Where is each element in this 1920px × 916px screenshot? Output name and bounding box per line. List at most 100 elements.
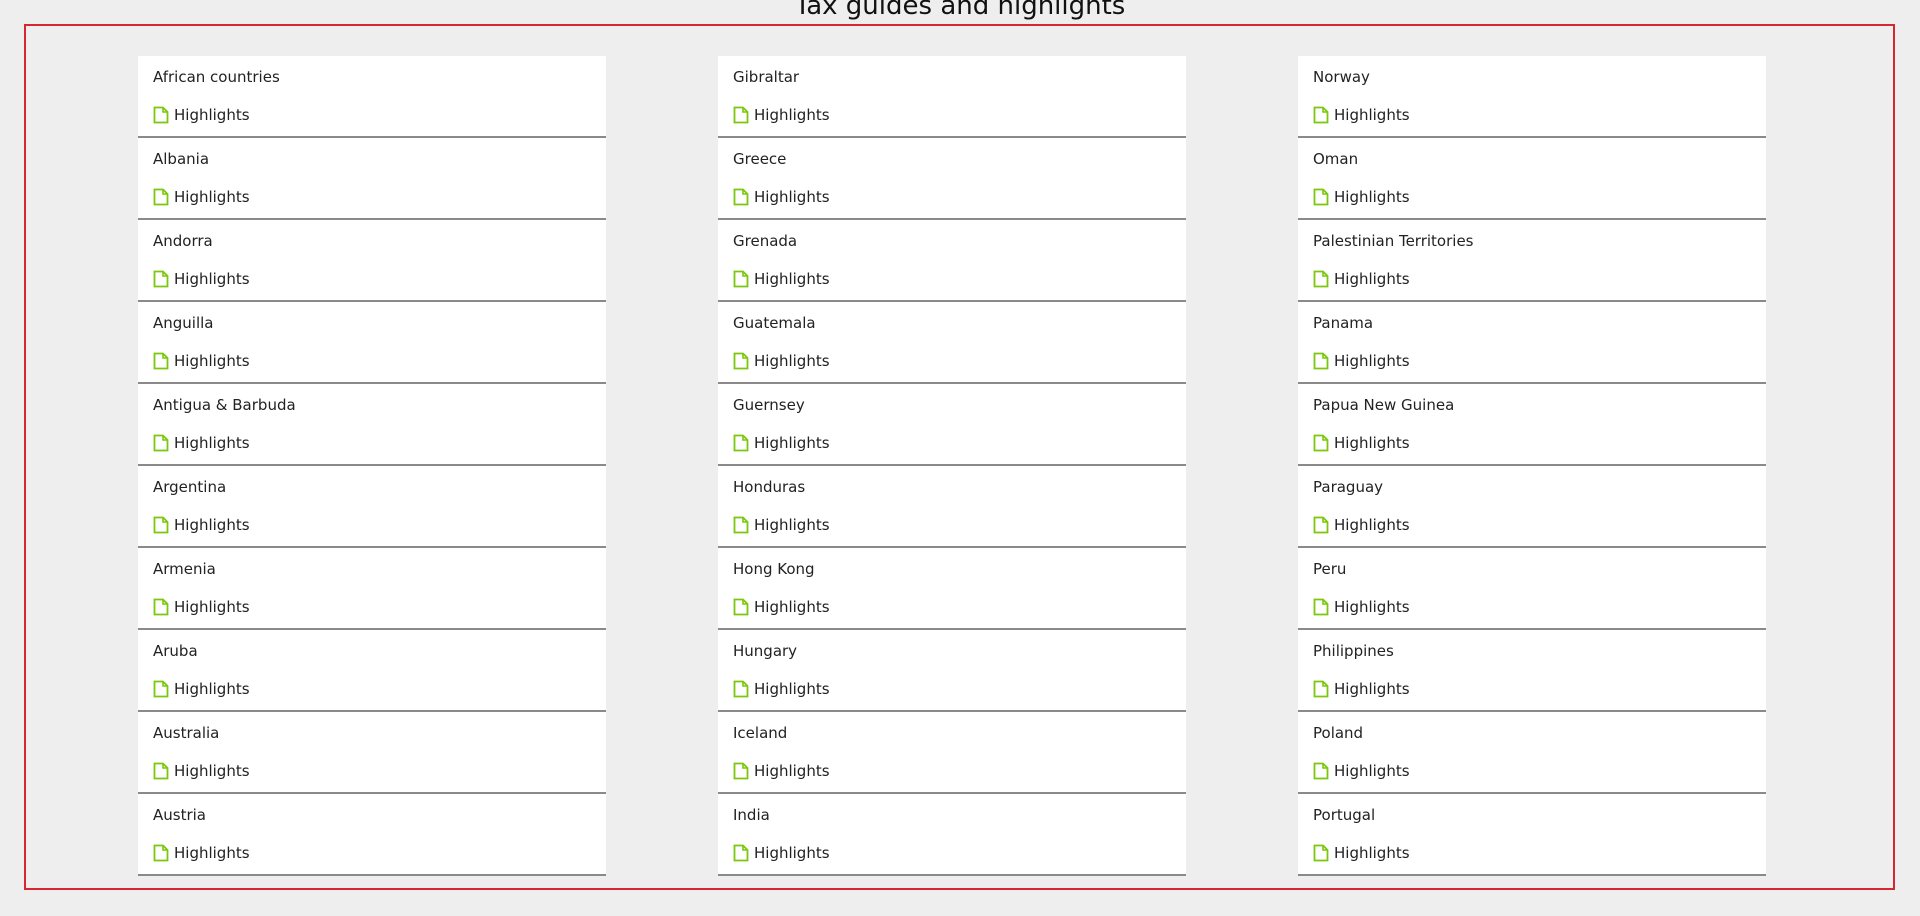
highlights-label: Highlights <box>1334 598 1410 616</box>
highlights-link[interactable]: Highlights <box>733 516 830 534</box>
highlights-link[interactable]: Highlights <box>153 762 250 780</box>
highlights-label: Highlights <box>754 434 830 452</box>
list-item: Argentina Highlights <box>138 466 606 548</box>
document-icon <box>1313 762 1329 780</box>
country-name: Iceland <box>733 724 788 742</box>
country-name: Guatemala <box>733 314 816 332</box>
highlights-link[interactable]: Highlights <box>1313 434 1410 452</box>
highlights-label: Highlights <box>174 434 250 452</box>
highlights-link[interactable]: Highlights <box>153 352 250 370</box>
highlights-label: Highlights <box>1334 516 1410 534</box>
highlights-label: Highlights <box>1334 188 1410 206</box>
list-item: Armenia Highlights <box>138 548 606 630</box>
document-icon <box>153 762 169 780</box>
country-name: Anguilla <box>153 314 214 332</box>
highlights-label: Highlights <box>174 598 250 616</box>
document-icon <box>153 106 169 124</box>
highlights-link[interactable]: Highlights <box>1313 762 1410 780</box>
highlights-label: Highlights <box>754 106 830 124</box>
highlights-link[interactable]: Highlights <box>733 598 830 616</box>
document-icon <box>1313 352 1329 370</box>
country-name: Albania <box>153 150 210 168</box>
highlights-link[interactable]: Highlights <box>1313 680 1410 698</box>
highlights-link[interactable]: Highlights <box>733 434 830 452</box>
list-item: Paraguay Highlights <box>1298 466 1766 548</box>
document-icon <box>733 598 749 616</box>
highlights-link[interactable]: Highlights <box>1313 516 1410 534</box>
country-name: Andorra <box>153 232 213 250</box>
highlights-link[interactable]: Highlights <box>153 434 250 452</box>
highlights-link[interactable]: Highlights <box>153 516 250 534</box>
highlights-label: Highlights <box>174 352 250 370</box>
document-icon <box>153 844 169 862</box>
document-icon <box>153 434 169 452</box>
document-icon <box>1313 270 1329 288</box>
country-name: Grenada <box>733 232 798 250</box>
content-frame: African countries Highlights Albania Highli… <box>24 24 1895 890</box>
highlights-label: Highlights <box>1334 680 1410 698</box>
highlights-link[interactable]: Highlights <box>733 844 830 862</box>
list-item: Hungary Highlights <box>718 630 1186 712</box>
list-item: Australia Highlights <box>138 712 606 794</box>
list-item: Honduras Highlights <box>718 466 1186 548</box>
list-item: Hong Kong Highlights <box>718 548 1186 630</box>
highlights-label: Highlights <box>174 844 250 862</box>
country-name: African countries <box>153 68 280 86</box>
list-item: Panama Highlights <box>1298 302 1766 384</box>
highlights-link[interactable]: Highlights <box>153 270 250 288</box>
country-column-1: African countries Highlights Albania Highli… <box>138 56 606 876</box>
highlights-link[interactable]: Highlights <box>733 680 830 698</box>
document-icon <box>733 352 749 370</box>
document-icon <box>153 188 169 206</box>
list-item: Philippines Highlights <box>1298 630 1766 712</box>
list-item: Aruba Highlights <box>138 630 606 712</box>
highlights-label: Highlights <box>174 270 250 288</box>
document-icon <box>733 106 749 124</box>
country-name: Portugal <box>1313 806 1376 824</box>
document-icon <box>153 680 169 698</box>
country-name: Paraguay <box>1313 478 1384 496</box>
page-title: Tax guides and highlights <box>794 0 1126 21</box>
highlights-label: Highlights <box>174 680 250 698</box>
highlights-link[interactable]: Highlights <box>1313 598 1410 616</box>
country-name: India <box>733 806 770 824</box>
highlights-link[interactable]: Highlights <box>153 188 250 206</box>
country-name: Hungary <box>733 642 798 660</box>
list-item: Greece Highlights <box>718 138 1186 220</box>
highlights-link[interactable]: Highlights <box>153 680 250 698</box>
country-name: Peru <box>1313 560 1347 578</box>
document-icon <box>153 516 169 534</box>
highlights-link[interactable]: Highlights <box>733 106 830 124</box>
country-name: Honduras <box>733 478 806 496</box>
highlights-label: Highlights <box>754 844 830 862</box>
highlights-label: Highlights <box>754 270 830 288</box>
list-item: Guernsey Highlights <box>718 384 1186 466</box>
highlights-link[interactable]: Highlights <box>153 106 250 124</box>
highlights-link[interactable]: Highlights <box>1313 352 1410 370</box>
highlights-link[interactable]: Highlights <box>153 844 250 862</box>
list-item: India Highlights <box>718 794 1186 876</box>
list-item: Poland Highlights <box>1298 712 1766 794</box>
country-name: Austria <box>153 806 206 824</box>
highlights-link[interactable]: Highlights <box>1313 270 1410 288</box>
document-icon <box>1313 844 1329 862</box>
highlights-link[interactable]: Highlights <box>733 188 830 206</box>
highlights-label: Highlights <box>754 516 830 534</box>
highlights-link[interactable]: Highlights <box>733 352 830 370</box>
list-item: Andorra Highlights <box>138 220 606 302</box>
highlights-link[interactable]: Highlights <box>1313 844 1410 862</box>
highlights-link[interactable]: Highlights <box>153 598 250 616</box>
country-name: Argentina <box>153 478 227 496</box>
country-name: Norway <box>1313 68 1370 86</box>
country-name: Australia <box>153 724 220 742</box>
page: Tax guides and highlights African countr… <box>0 0 1920 916</box>
highlights-label: Highlights <box>754 352 830 370</box>
country-name: Aruba <box>153 642 198 660</box>
country-name: Gibraltar <box>733 68 800 86</box>
highlights-link[interactable]: Highlights <box>1313 106 1410 124</box>
list-item: Anguilla Highlights <box>138 302 606 384</box>
highlights-link[interactable]: Highlights <box>733 270 830 288</box>
document-icon <box>733 188 749 206</box>
highlights-link[interactable]: Highlights <box>1313 188 1410 206</box>
highlights-link[interactable]: Highlights <box>733 762 830 780</box>
